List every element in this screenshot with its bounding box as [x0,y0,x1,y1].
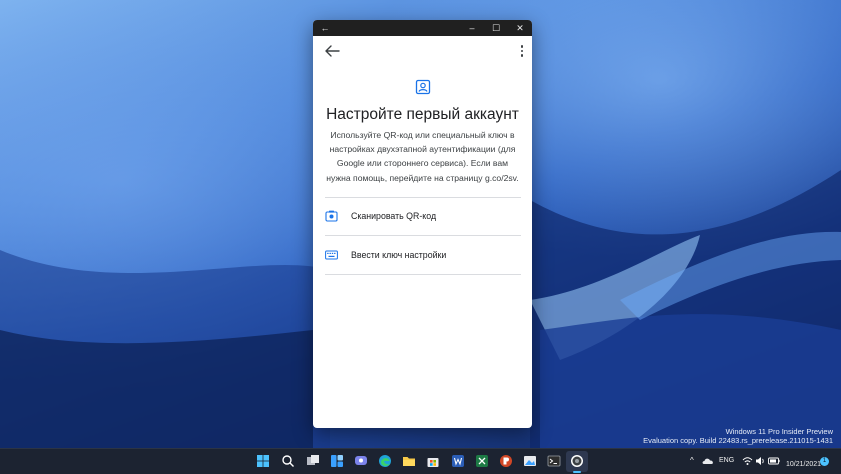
file-explorer-icon[interactable] [402,454,416,468]
divider-middle [325,235,521,236]
page-description: Используйте QR-код или специальный ключ … [326,130,519,183]
arrow-back-icon [325,45,340,57]
excel-icon[interactable] [475,454,489,468]
page-title: Настройте первый аккаунт [326,106,519,123]
android-app-icon[interactable] [570,454,584,468]
wifi-icon[interactable] [742,456,753,466]
enter-key-label: Ввести ключ настройки [351,250,447,260]
chat-icon[interactable] [354,454,368,468]
window-back-button[interactable]: ← [313,20,337,36]
watermark-build: Evaluation copy. Build 22483.rs_prerelea… [643,436,833,445]
store-icon[interactable] [426,454,440,468]
maximize-button[interactable]: ☐ [484,20,508,36]
enter-key-option[interactable]: Ввести ключ настройки [313,237,532,273]
more-options-button[interactable] [518,43,526,59]
authenticator-window: ← – ☐ ✕ Настройте первый аккаунт Использ… [313,20,532,428]
scan-qr-label: Сканировать QR-код [351,211,437,221]
photos-icon[interactable] [523,454,537,468]
account-box-icon [415,79,431,95]
volume-icon[interactable] [755,456,766,466]
window-back-icon: ← [320,23,330,33]
close-button[interactable]: ✕ [508,20,532,36]
window-titlebar: ← – ☐ ✕ [313,20,532,36]
os-watermark: Windows 11 Pro Insider Preview Evaluatio… [643,427,833,445]
divider-bottom [325,274,521,275]
battery-icon[interactable] [768,456,780,466]
taskbar: ^ ENG 10/21/2021 1 [0,448,841,474]
word-icon[interactable] [451,454,465,468]
notification-badge[interactable]: 1 [820,457,829,466]
app-bar [313,36,532,66]
clock-date[interactable]: 10/21/2021 [786,461,821,468]
search-icon[interactable] [281,454,295,468]
close-icon: ✕ [516,22,524,33]
minimize-button[interactable]: – [460,20,484,36]
task-view-icon[interactable] [306,454,320,468]
language-indicator[interactable]: ENG [719,457,734,464]
camera-icon [325,210,338,222]
start-icon[interactable] [256,454,270,468]
scan-qr-option[interactable]: Сканировать QR-код [313,198,532,234]
onedrive-icon[interactable] [702,456,714,466]
tray-chevron-icon[interactable]: ^ [690,456,694,465]
minimize-icon: – [469,23,475,33]
edge-browser-icon[interactable] [378,454,392,468]
terminal-icon[interactable] [547,454,561,468]
more-vert-icon [520,45,524,48]
widgets-icon[interactable] [330,454,344,468]
maximize-icon: ☐ [491,22,501,33]
watermark-edition: Windows 11 Pro Insider Preview [725,427,833,436]
keyboard-icon [325,250,338,260]
app-back-button[interactable] [323,44,341,58]
powerpoint-icon[interactable] [499,454,513,468]
